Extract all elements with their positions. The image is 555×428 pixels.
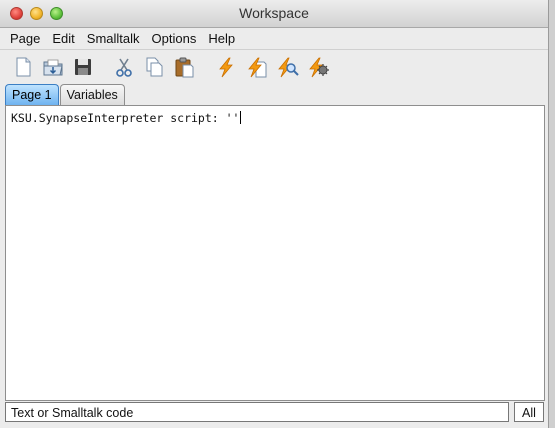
paste-icon [175,57,194,78]
status-text: Text or Smalltalk code [5,402,509,422]
paste-button[interactable] [173,56,195,78]
debug-it-icon [309,57,329,78]
desktop-background [548,0,555,428]
menu-help[interactable]: Help [198,31,235,46]
open-icon [43,59,63,76]
inspect-it-icon [278,57,299,78]
code-text[interactable]: KSU.SynapseInterpreter script: '' [11,111,242,125]
cut-icon [116,58,132,77]
toolbar [0,49,548,84]
title-bar[interactable]: Workspace [0,0,548,28]
menu-smalltalk[interactable]: Smalltalk [77,31,140,46]
new-page-button[interactable] [12,56,34,78]
tab-variables[interactable]: Variables [59,84,125,105]
do-it-icon [219,57,233,78]
inspect-it-button[interactable] [277,56,299,78]
print-it-button[interactable] [246,56,268,78]
code-editor[interactable]: KSU.SynapseInterpreter script: '' [5,105,545,401]
page-tabs: Page 1 Variables [5,84,126,106]
menu-edit[interactable]: Edit [42,31,74,46]
new-page-icon [16,57,31,77]
open-button[interactable] [42,56,64,78]
menu-options[interactable]: Options [142,31,197,46]
menu-bar: Page Edit Smalltalk Options Help [0,28,548,48]
debug-it-button[interactable] [308,56,330,78]
save-icon [75,59,91,75]
cut-button[interactable] [113,56,135,78]
save-button[interactable] [72,56,94,78]
workspace-window: Workspace Page Edit Smalltalk Options He… [0,0,549,428]
print-it-icon [248,57,267,78]
menu-page[interactable]: Page [0,31,40,46]
copy-icon [146,57,163,77]
copy-button[interactable] [143,56,165,78]
status-bar: Text or Smalltalk code All [0,400,548,428]
status-scope[interactable]: All [514,402,544,422]
text-caret [240,111,242,124]
tab-page-1[interactable]: Page 1 [5,84,59,105]
code-line: KSU.SynapseInterpreter script: '' [11,111,240,125]
do-it-button[interactable] [215,56,237,78]
window-title: Workspace [239,5,309,21]
